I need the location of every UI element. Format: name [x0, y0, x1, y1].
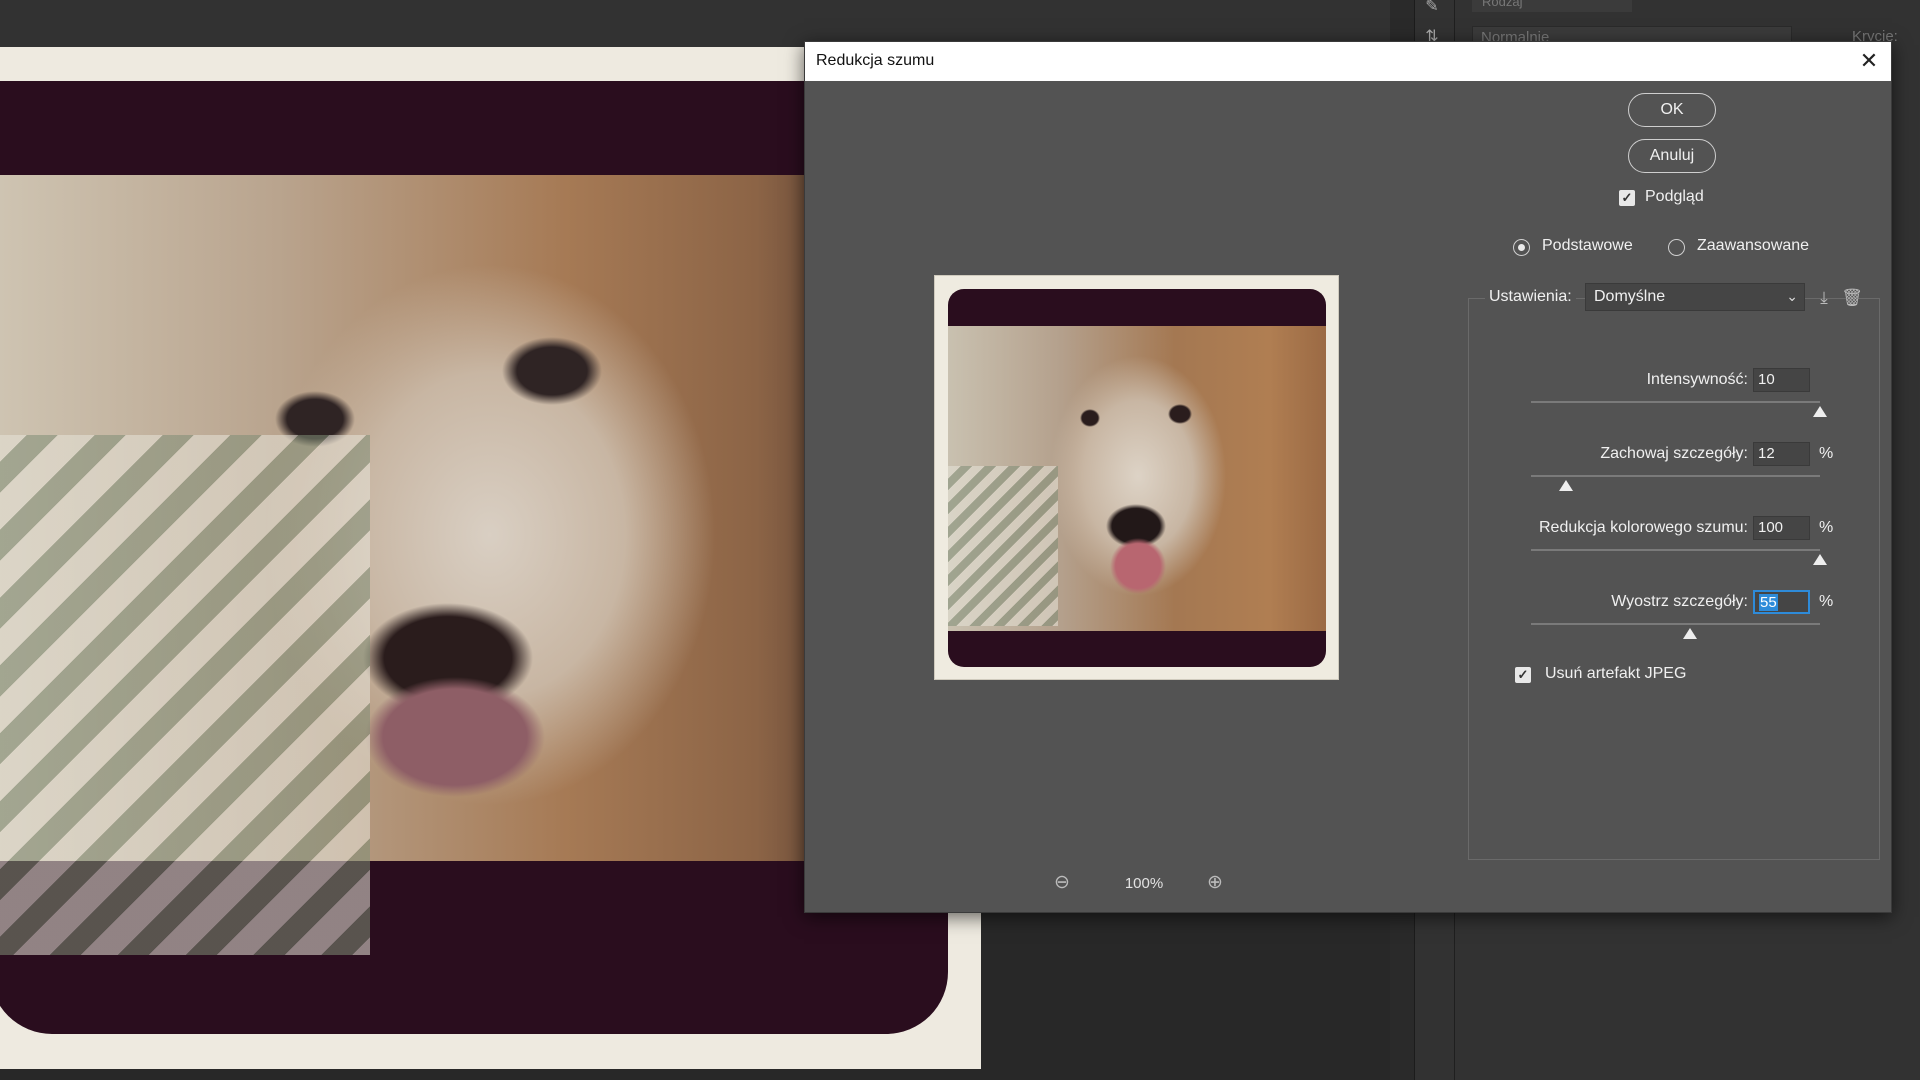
- filter-preview[interactable]: [934, 275, 1339, 680]
- chevron-down-icon: ⌄: [1786, 288, 1798, 304]
- blanket-pattern: [0, 435, 370, 955]
- trash-icon[interactable]: 🗑: [1841, 287, 1863, 309]
- preserve-details-label: Zachowaj szczegóły:: [1600, 445, 1748, 462]
- intensity-slider-thumb[interactable]: [1813, 406, 1827, 417]
- preview-frame: [948, 289, 1326, 667]
- zoom-level: 100%: [1124, 875, 1164, 892]
- sharpen-details-slider-thumb[interactable]: [1682, 628, 1697, 639]
- zoom-controls: ⊖ 100% ⊕: [1050, 872, 1250, 896]
- mode-basic-label: Podstawowe: [1542, 237, 1633, 254]
- brush-icon[interactable]: ✎: [1423, 0, 1441, 16]
- color-noise-label: Redukcja kolorowego szumu:: [1539, 519, 1748, 536]
- color-noise-unit: %: [1819, 519, 1834, 536]
- jpeg-artifact-checkbox[interactable]: ✓: [1515, 667, 1531, 683]
- intensity-label: Intensywność:: [1646, 371, 1748, 388]
- sharpen-details-slider-track[interactable]: [1531, 623, 1820, 625]
- sharpen-details-input[interactable]: 55: [1753, 590, 1810, 614]
- color-noise-input[interactable]: 100: [1753, 516, 1810, 540]
- layer-filter-input[interactable]: Rodzaj: [1472, 0, 1632, 12]
- color-noise-slider-track[interactable]: [1531, 549, 1820, 551]
- preview-label: Podgląd: [1645, 188, 1704, 205]
- settings-select[interactable]: Domyślne ⌄: [1585, 283, 1805, 311]
- intensity-input[interactable]: 10: [1753, 368, 1810, 392]
- color-noise-slider-thumb[interactable]: [1813, 554, 1827, 565]
- preview-blanket-pattern: [948, 466, 1058, 626]
- dialog-title: Redukcja szumu: [816, 52, 935, 69]
- mode-basic-radio[interactable]: [1513, 239, 1530, 256]
- noise-reduction-dialog: Redukcja szumu ✕ ⊖ 100% ⊕ OK Anuluj ✓ Po…: [804, 41, 1892, 913]
- jpeg-artifact-label: Usuń artefakt JPEG: [1545, 665, 1687, 682]
- preserve-details-slider-track[interactable]: [1531, 475, 1820, 477]
- ok-button[interactable]: OK: [1628, 93, 1716, 127]
- mode-advanced-label: Zaawansowane: [1697, 237, 1810, 254]
- preserve-details-unit: %: [1819, 445, 1834, 462]
- dialog-titlebar: Redukcja szumu ✕: [805, 42, 1891, 81]
- sharpen-details-unit: %: [1819, 593, 1834, 610]
- zoom-in-icon[interactable]: ⊕: [1203, 872, 1227, 896]
- save-preset-icon[interactable]: ⤓: [1813, 287, 1835, 309]
- preview-photo: [948, 326, 1326, 631]
- settings-select-value: Domyślne: [1594, 288, 1666, 305]
- preview-checkbox[interactable]: ✓: [1619, 190, 1635, 206]
- cancel-button[interactable]: Anuluj: [1628, 139, 1716, 173]
- preserve-details-slider-thumb[interactable]: [1558, 480, 1573, 491]
- zoom-out-icon[interactable]: ⊖: [1050, 872, 1074, 896]
- close-icon[interactable]: ✕: [1853, 46, 1885, 78]
- intensity-slider-track[interactable]: [1531, 401, 1820, 403]
- options-bar: [0, 0, 1390, 47]
- sharpen-details-label: Wyostrz szczegóły:: [1611, 593, 1748, 610]
- sharpen-details-value: 55: [1759, 594, 1778, 611]
- settings-label: Ustawienia:: [1485, 288, 1576, 306]
- mode-advanced-radio[interactable]: [1668, 239, 1685, 256]
- preserve-details-input[interactable]: 12: [1753, 442, 1810, 466]
